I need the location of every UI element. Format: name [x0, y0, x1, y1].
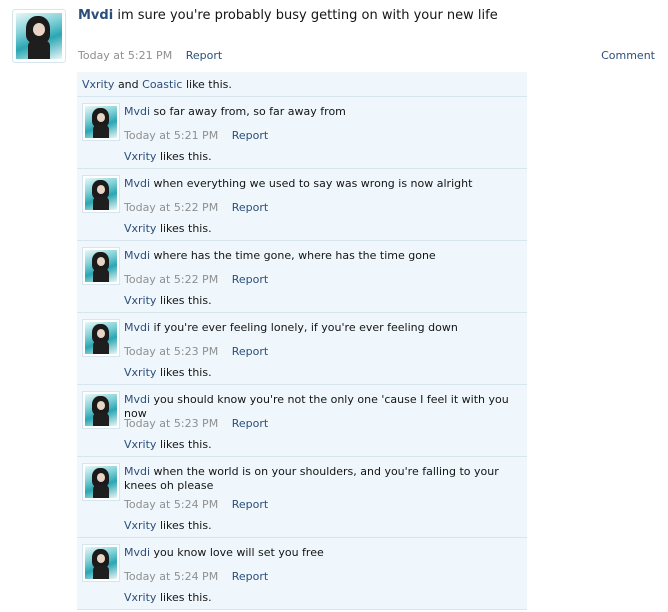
avatar-image [85, 322, 117, 354]
comment-link[interactable]: Comment [601, 49, 655, 62]
comment-meta: Today at 5:24 PM Report [124, 570, 268, 583]
liker-link[interactable]: Vxrity [124, 591, 156, 604]
author-avatar[interactable] [12, 9, 66, 63]
post-timestamp: Today at 5:21 PM [78, 49, 173, 62]
comment-list: Mvdi so far away from, so far away from … [77, 97, 527, 610]
liker-link[interactable]: Vxrity [124, 366, 156, 379]
comment-avatar[interactable] [82, 319, 120, 357]
liker-link[interactable]: Vxrity [124, 222, 156, 235]
avatar-image [85, 547, 117, 579]
comment-avatar[interactable] [82, 247, 120, 285]
avatar-image [16, 13, 62, 59]
comment-likes: Vxrity likes this. [124, 519, 212, 532]
comment-author-link[interactable]: Mvdi [124, 321, 150, 334]
report-link[interactable]: Report [232, 417, 268, 430]
comment-item: Mvdi where has the time gone, where has … [77, 241, 527, 313]
report-link[interactable]: Report [232, 498, 268, 511]
comment-likes: Vxrity likes this. [124, 294, 212, 307]
comment-avatar[interactable] [82, 175, 120, 213]
comment-timestamp: Today at 5:21 PM [124, 129, 219, 142]
report-link[interactable]: Report [232, 273, 268, 286]
comment-timestamp: Today at 5:23 PM [124, 417, 219, 430]
liker-link[interactable]: Vxrity [82, 78, 114, 91]
comment-likes: Vxrity likes this. [124, 591, 212, 604]
avatar-image [85, 178, 117, 210]
report-link[interactable]: Report [232, 570, 268, 583]
comment-meta: Today at 5:22 PM Report [124, 201, 268, 214]
comment-timestamp: Today at 5:22 PM [124, 273, 219, 286]
comment-likes: Vxrity likes this. [124, 366, 212, 379]
liker-link[interactable]: Coastic [142, 78, 182, 91]
comment-text: Mvdi if you're ever feeling lonely, if y… [124, 321, 519, 335]
comment-message: if you're ever feeling lonely, if you're… [153, 321, 458, 334]
comment-text: Mvdi where has the time gone, where has … [124, 249, 519, 263]
comment-likes: Vxrity likes this. [124, 150, 212, 163]
comment-item: Mvdi you know love will set you free Tod… [77, 538, 527, 610]
report-link[interactable]: Report [186, 49, 222, 62]
comment-text: Mvdi when the world is on your shoulders… [124, 465, 519, 493]
comment-author-link[interactable]: Mvdi [124, 465, 150, 478]
likes-suffix: likes this. [159, 519, 212, 532]
post-author-link[interactable]: Mvdi [78, 8, 113, 23]
comment-author-link[interactable]: Mvdi [124, 177, 150, 190]
post-meta: Today at 5:21 PM Report [78, 49, 222, 62]
comment-avatar[interactable] [82, 391, 120, 429]
comment-author-link[interactable]: Mvdi [124, 393, 150, 406]
comment-message: when everything we used to say was wrong… [153, 177, 473, 190]
comment-timestamp: Today at 5:24 PM [124, 570, 219, 583]
comment-likes: Vxrity likes this. [124, 438, 212, 451]
comment-item: Mvdi when the world is on your shoulders… [77, 457, 527, 538]
comment-message: you know love will set you free [153, 546, 324, 559]
comment-avatar[interactable] [82, 544, 120, 582]
post-message: im sure you're probably busy getting on … [117, 8, 498, 23]
comment-message: you should know you're not the only one … [124, 393, 509, 420]
likes-suffix: likes this. [159, 438, 212, 451]
comment-meta: Today at 5:24 PM Report [124, 498, 268, 511]
report-link[interactable]: Report [232, 129, 268, 142]
comment-text: Mvdi so far away from, so far away from [124, 105, 519, 119]
report-link[interactable]: Report [232, 345, 268, 358]
comment-author-link[interactable]: Mvdi [124, 105, 150, 118]
comment-meta: Today at 5:23 PM Report [124, 345, 268, 358]
avatar-image [85, 106, 117, 138]
comment-author-link[interactable]: Mvdi [124, 546, 150, 559]
comment-timestamp: Today at 5:22 PM [124, 201, 219, 214]
liker-link[interactable]: Vxrity [124, 150, 156, 163]
comment-likes: Vxrity likes this. [124, 222, 212, 235]
comment-timestamp: Today at 5:23 PM [124, 345, 219, 358]
likes-suffix: likes this. [159, 366, 212, 379]
comment-text: Mvdi you know love will set you free [124, 546, 519, 560]
likes-and: and [117, 78, 139, 91]
comment-avatar[interactable] [82, 103, 120, 141]
comment-meta: Today at 5:21 PM Report [124, 129, 268, 142]
comment-message: so far away from, so far away from [153, 105, 346, 118]
comment-author-link[interactable]: Mvdi [124, 249, 150, 262]
avatar-image [85, 250, 117, 282]
report-link[interactable]: Report [232, 201, 268, 214]
likes-suffix: like this. [185, 78, 232, 91]
liker-link[interactable]: Vxrity [124, 438, 156, 451]
comment-message: when the world is on your shoulders, and… [124, 465, 499, 492]
status-message: Mvdi im sure you're probably busy gettin… [78, 8, 498, 23]
avatar-image [85, 394, 117, 426]
comment-message: where has the time gone, where has the t… [153, 249, 436, 262]
comment-item: Mvdi so far away from, so far away from … [77, 97, 527, 169]
likes-summary: Vxrity and Coastic like this. [77, 72, 527, 97]
comment-item: Mvdi you should know you're not the only… [77, 385, 527, 457]
comment-meta: Today at 5:23 PM Report [124, 417, 268, 430]
comment-avatar[interactable] [82, 463, 120, 501]
likes-suffix: likes this. [159, 294, 212, 307]
likes-suffix: likes this. [159, 150, 212, 163]
comment-text: Mvdi when everything we used to say was … [124, 177, 519, 191]
comment-item: Mvdi when everything we used to say was … [77, 169, 527, 241]
liker-link[interactable]: Vxrity [124, 294, 156, 307]
likes-suffix: likes this. [159, 591, 212, 604]
liker-link[interactable]: Vxrity [124, 519, 156, 532]
avatar-image [85, 466, 117, 498]
comment-meta: Today at 5:22 PM Report [124, 273, 268, 286]
comment-timestamp: Today at 5:24 PM [124, 498, 219, 511]
comment-item: Mvdi if you're ever feeling lonely, if y… [77, 313, 527, 385]
likes-suffix: likes this. [159, 222, 212, 235]
